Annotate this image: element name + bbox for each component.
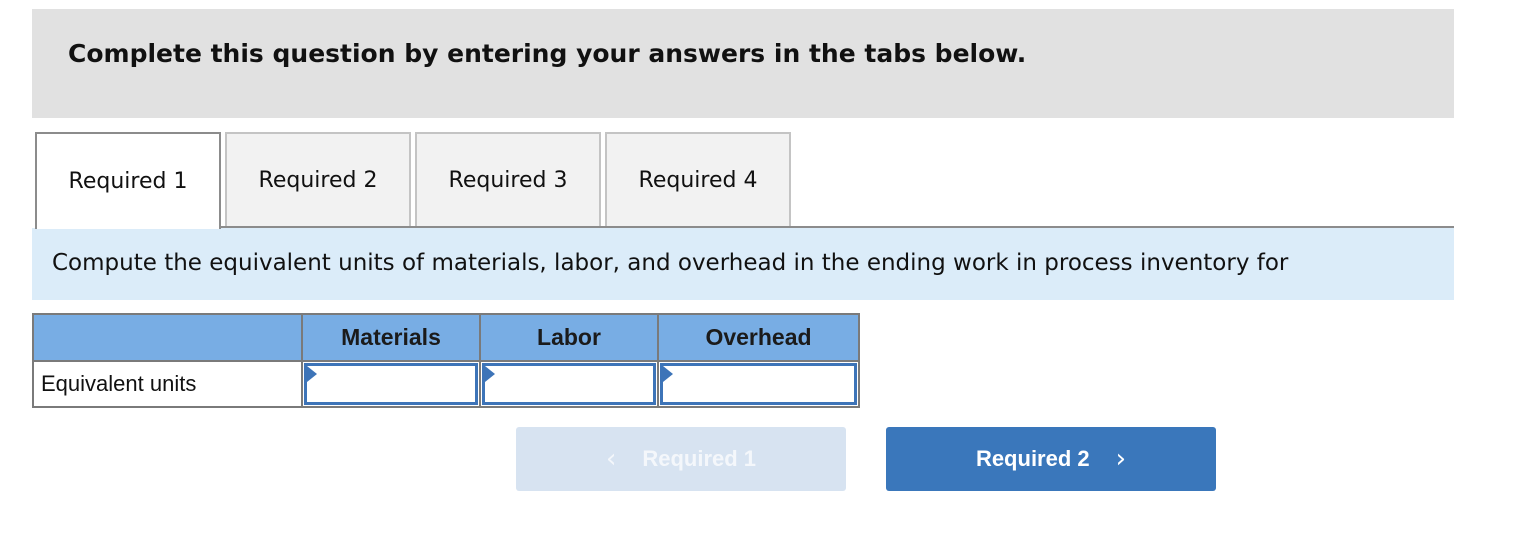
chevron-left-icon: ‹: [605, 444, 617, 474]
labor-input[interactable]: [482, 363, 656, 405]
answer-table: Materials Labor Overhead Equivalent unit…: [32, 313, 860, 408]
next-button-label: Required 2: [975, 446, 1090, 471]
tab-required-3[interactable]: Required 3: [415, 132, 601, 227]
next-required-button[interactable]: Required 2 ›: [886, 427, 1216, 491]
header-labor: Labor: [479, 313, 659, 362]
table-row: Equivalent units: [32, 360, 860, 408]
input-flag-icon: [485, 366, 495, 382]
header-blank: [32, 313, 303, 362]
overhead-input[interactable]: [660, 363, 857, 405]
overhead-cell: [657, 360, 860, 408]
chevron-right-icon: ›: [1115, 444, 1127, 474]
header-materials: Materials: [301, 313, 481, 362]
materials-input[interactable]: [304, 363, 478, 405]
prev-required-button[interactable]: ‹ Required 1: [516, 427, 846, 491]
question-prompt: Compute the equivalent units of material…: [32, 228, 1454, 300]
row-label-equivalent-units: Equivalent units: [32, 360, 303, 408]
labor-cell: [479, 360, 659, 408]
tab-required-4[interactable]: Required 4: [605, 132, 791, 227]
prompt-text: Compute the equivalent units of material…: [52, 250, 1289, 276]
input-flag-icon: [307, 366, 317, 382]
instruction-panel: Complete this question by entering your …: [32, 9, 1454, 118]
prev-button-label: Required 1: [642, 446, 757, 471]
instruction-text: Complete this question by entering your …: [68, 39, 1027, 68]
materials-cell: [301, 360, 481, 408]
tab-required-1[interactable]: Required 1: [35, 132, 221, 229]
header-overhead: Overhead: [657, 313, 860, 362]
tab-required-2[interactable]: Required 2: [225, 132, 411, 227]
input-flag-icon: [663, 366, 673, 382]
table-header-row: Materials Labor Overhead: [32, 313, 860, 362]
